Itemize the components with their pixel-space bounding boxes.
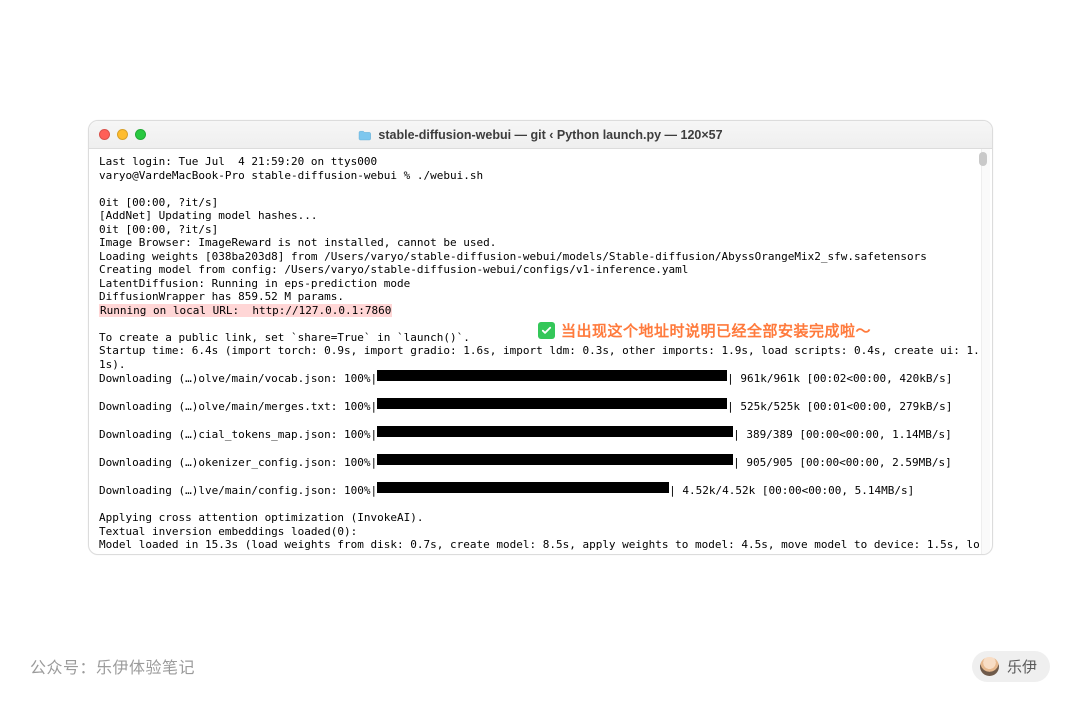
terminal-output: Last login: Tue Jul 4 21:59:20 on ttys00… [99,155,982,554]
download-progress-line: Downloading (…)olve/main/vocab.json: 100… [99,371,982,386]
content-canvas: stable-diffusion-webui — git ‹ Python la… [18,60,1062,620]
terminal-body[interactable]: Last login: Tue Jul 4 21:59:20 on ttys00… [89,149,992,554]
highlighted-url-line: Running on local URL: http://127.0.0.1:7… [99,304,392,318]
download-label: Downloading (…)okenizer_config.json: 100… [99,456,377,470]
author-name: 乐伊 [1007,656,1037,677]
download-stats: | 525k/525k [00:01<00:00, 279kB/s] [727,400,952,414]
download-label: Downloading (…)olve/main/merges.txt: 100… [99,400,377,414]
annotation-callout: 当出现这个地址时说明已经全部安装完成啦～ [538,320,871,341]
download-label: Downloading (…)cial_tokens_map.json: 100… [99,428,377,442]
terminal-line: Creating model from config: /Users/varyo… [99,263,688,276]
minimize-icon[interactable] [117,129,128,140]
download-progress-line: Downloading (…)cial_tokens_map.json: 100… [99,427,982,442]
close-icon[interactable] [99,129,110,140]
terminal-line: DiffusionWrapper has 859.52 M params. [99,290,344,303]
terminal-line: Loading weights [038ba203d8] from /Users… [99,250,927,263]
annotation-text: 当出现这个地址时说明已经全部安装完成啦～ [561,320,871,341]
window-title-text: stable-diffusion-webui — git ‹ Python la… [378,128,722,142]
author-badge: 乐伊 [972,651,1050,682]
progress-bar-fill [377,426,733,437]
download-stats: | 961k/961k [00:02<00:00, 420kB/s] [727,372,952,386]
window-titlebar: stable-diffusion-webui — git ‹ Python la… [89,121,992,149]
window-title: stable-diffusion-webui — git ‹ Python la… [89,128,992,142]
progress-bar-fill [377,482,669,493]
download-stats: | 905/905 [00:00<00:00, 2.59MB/s] [733,456,952,470]
traffic-lights[interactable] [99,129,146,140]
terminal-line: Last login: Tue Jul 4 21:59:20 on ttys00… [99,155,377,168]
scrollbar-track[interactable] [981,149,990,554]
progress-bar-fill [377,454,733,465]
download-label: Downloading (…)lve/main/config.json: 100… [99,484,377,498]
check-icon [538,322,555,339]
terminal-line: 0it [00:00, ?it/s] [99,196,218,209]
progress-bar-fill [377,370,727,381]
avatar-icon [980,657,999,676]
download-progress-line: Downloading (…)okenizer_config.json: 100… [99,455,982,470]
progress-bar-fill [377,398,727,409]
download-progress-line: Downloading (…)olve/main/merges.txt: 100… [99,399,982,414]
terminal-line: To create a public link, set `share=True… [99,331,470,344]
terminal-line: 0it [00:00, ?it/s] [99,223,218,236]
terminal-line: Applying cross attention optimization (I… [99,511,424,524]
terminal-line: Startup time: 6.4s (import torch: 0.9s, … [99,344,980,371]
download-progress-line: Downloading (…)lve/main/config.json: 100… [99,483,982,498]
terminal-line: Textual inversion embeddings loaded(0): [99,525,357,538]
scrollbar-thumb[interactable] [979,152,987,166]
folder-icon [358,130,372,140]
download-label: Downloading (…)olve/main/vocab.json: 100… [99,372,377,386]
download-stats: | 389/389 [00:00<00:00, 1.14MB/s] [733,428,952,442]
terminal-line: Model loaded in 15.3s (load weights from… [99,538,980,554]
terminal-line: LatentDiffusion: Running in eps-predicti… [99,277,410,290]
terminal-line: [AddNet] Updating model hashes... [99,209,318,222]
footer-caption: 公众号：乐伊体验笔记 [30,654,195,678]
download-stats: | 4.52k/4.52k [00:00<00:00, 5.14MB/s] [669,484,914,498]
terminal-line: varyo@VardeMacBook-Pro stable-diffusion-… [99,169,483,182]
terminal-line: Image Browser: ImageReward is not instal… [99,236,496,249]
zoom-icon[interactable] [135,129,146,140]
